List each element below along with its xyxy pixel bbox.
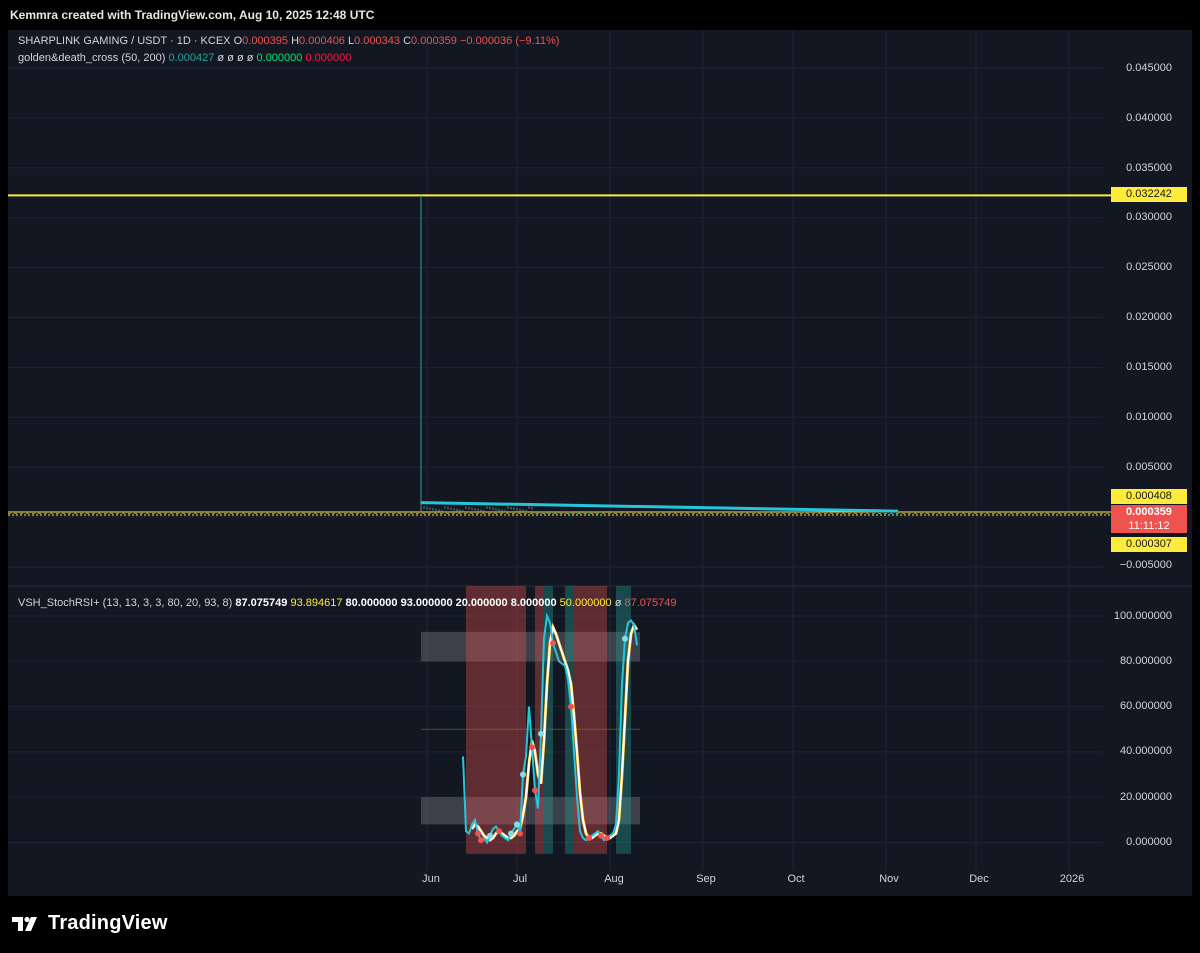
footer: TradingView [0, 896, 1200, 953]
price-tick: 0.045000 [1126, 62, 1172, 74]
indicator-value-1: 0.000427 [168, 52, 215, 64]
upper-price-box[interactable]: 0.000408 [1111, 489, 1187, 504]
stoch-tick: 60.000000 [1120, 700, 1172, 712]
price-tick: 0.020000 [1126, 311, 1172, 323]
main-legend: SHARPLINK GAMING / USDT · 1D · KCEX O0.0… [18, 35, 559, 47]
stoch-cross-dot [520, 771, 526, 778]
stoch-l80: 80.000000 [345, 597, 398, 609]
stoch-legend: VSH_StochRSI+ (13, 13, 3, 3, 80, 20, 93,… [18, 597, 677, 609]
open-value: 0.000395 [242, 35, 289, 47]
stoch-d-value: 93.894617 [290, 597, 343, 609]
tradingview-logo-icon [12, 914, 42, 934]
time-tick: Nov [879, 873, 899, 885]
stoch-shaded-range [535, 586, 544, 854]
stoch-cross-dot [514, 821, 520, 828]
indicator-name[interactable]: golden&death_cross (50, 200) [18, 52, 165, 64]
stoch-cross-dot [475, 830, 481, 837]
stoch-cross-dot [478, 837, 484, 844]
stoch-tick: 40.000000 [1120, 745, 1172, 757]
chart-svg[interactable] [8, 30, 1192, 896]
time-tick: Aug [604, 873, 624, 885]
stoch-cross-dot [598, 832, 604, 839]
stoch-cross-dot [517, 830, 523, 837]
stoch-cross-dot [586, 834, 592, 841]
chart-title: Kemmra created with TradingView.com, Aug… [10, 8, 375, 22]
indicator-value-2: 0.000000 [256, 52, 303, 64]
stoch-tick: 100.000000 [1113, 610, 1172, 622]
last-price-box[interactable]: 0.000359 [1111, 505, 1187, 519]
stoch-tick: 20.000000 [1120, 791, 1172, 803]
price-tick: −0.005000 [1119, 559, 1172, 571]
stoch-cross-dot [529, 744, 535, 751]
price-tick: 0.010000 [1126, 411, 1172, 423]
stoch-phi: ø [614, 597, 622, 609]
stoch-cross-dot [604, 834, 610, 841]
stoch-tick: 80.000000 [1120, 655, 1172, 667]
low-value: 0.000343 [354, 35, 401, 47]
stoch-cross-dot [496, 828, 502, 835]
stoch-k-value: 87.075749 [235, 597, 288, 609]
symbol-label[interactable]: SHARPLINK GAMING / USDT · 1D · KCEX [18, 35, 231, 47]
price-tick: 0.035000 [1126, 162, 1172, 174]
stoch-l8: 8.000000 [510, 597, 557, 609]
tradingview-logo-text: TradingView [48, 912, 168, 934]
high-value: 0.000406 [299, 35, 345, 47]
grid-lines [8, 30, 1103, 870]
stoch-shaded-range [466, 586, 499, 854]
change-value: −0.000036 (−9.11%) [459, 35, 560, 47]
title-bar: Kemmra created with TradingView.com, Aug… [0, 0, 1200, 30]
stoch-l50: 50.000000 [559, 597, 612, 609]
stoch-cross-dot [532, 787, 538, 794]
stoch-cross-dot [538, 730, 544, 737]
stoch-cross-dot [508, 830, 514, 837]
stoch-name[interactable]: VSH_StochRSI+ (13, 13, 3, 3, 80, 20, 93,… [18, 597, 232, 609]
time-tick: Jul [512, 873, 528, 885]
price-tick: 0.030000 [1126, 211, 1172, 223]
time-tick: Jun [422, 873, 440, 885]
high-label: H [291, 35, 300, 47]
price-tick: 0.015000 [1126, 361, 1172, 373]
hline-price-box[interactable]: 0.032242 [1111, 187, 1187, 202]
stoch-cross-dot [622, 635, 628, 642]
stoch-band [421, 631, 640, 662]
price-tick: 0.005000 [1126, 461, 1172, 473]
time-tick: 2026 [1059, 873, 1085, 885]
stoch-cross-dot [568, 703, 574, 710]
time-tick: Oct [787, 873, 805, 885]
stoch-cross-dot [550, 640, 556, 647]
time-tick: Sep [696, 873, 716, 885]
countdown-box: 11:11:12 [1111, 519, 1187, 533]
price-tick: 0.040000 [1126, 112, 1172, 124]
chart-area[interactable]: SHARPLINK GAMING / USDT · 1D · KCEX O0.0… [8, 30, 1192, 896]
indicator-phi: ø ø ø ø [217, 52, 254, 64]
time-tick: Dec [969, 873, 989, 885]
price-tick: 0.025000 [1126, 261, 1172, 273]
stoch-l93: 93.000000 [400, 597, 453, 609]
close-label: C [403, 35, 412, 47]
stoch-band [421, 797, 640, 825]
tradingview-logo[interactable]: TradingView [12, 912, 168, 935]
stoch-cross-dot [487, 832, 493, 839]
open-label: O [233, 35, 243, 47]
stoch-last-value: 87.075749 [624, 597, 677, 609]
indicator-legend: golden&death_cross (50, 200) 0.000427 ø … [18, 52, 351, 64]
stoch-shaded-ranges [466, 586, 631, 854]
stoch-tick: 0.000000 [1126, 836, 1172, 848]
lower-price-box[interactable]: 0.000307 [1111, 537, 1187, 552]
close-value: 0.000359 [411, 35, 457, 47]
stoch-l20: 20.000000 [455, 597, 508, 609]
indicator-value-3: 0.000000 [305, 52, 352, 64]
